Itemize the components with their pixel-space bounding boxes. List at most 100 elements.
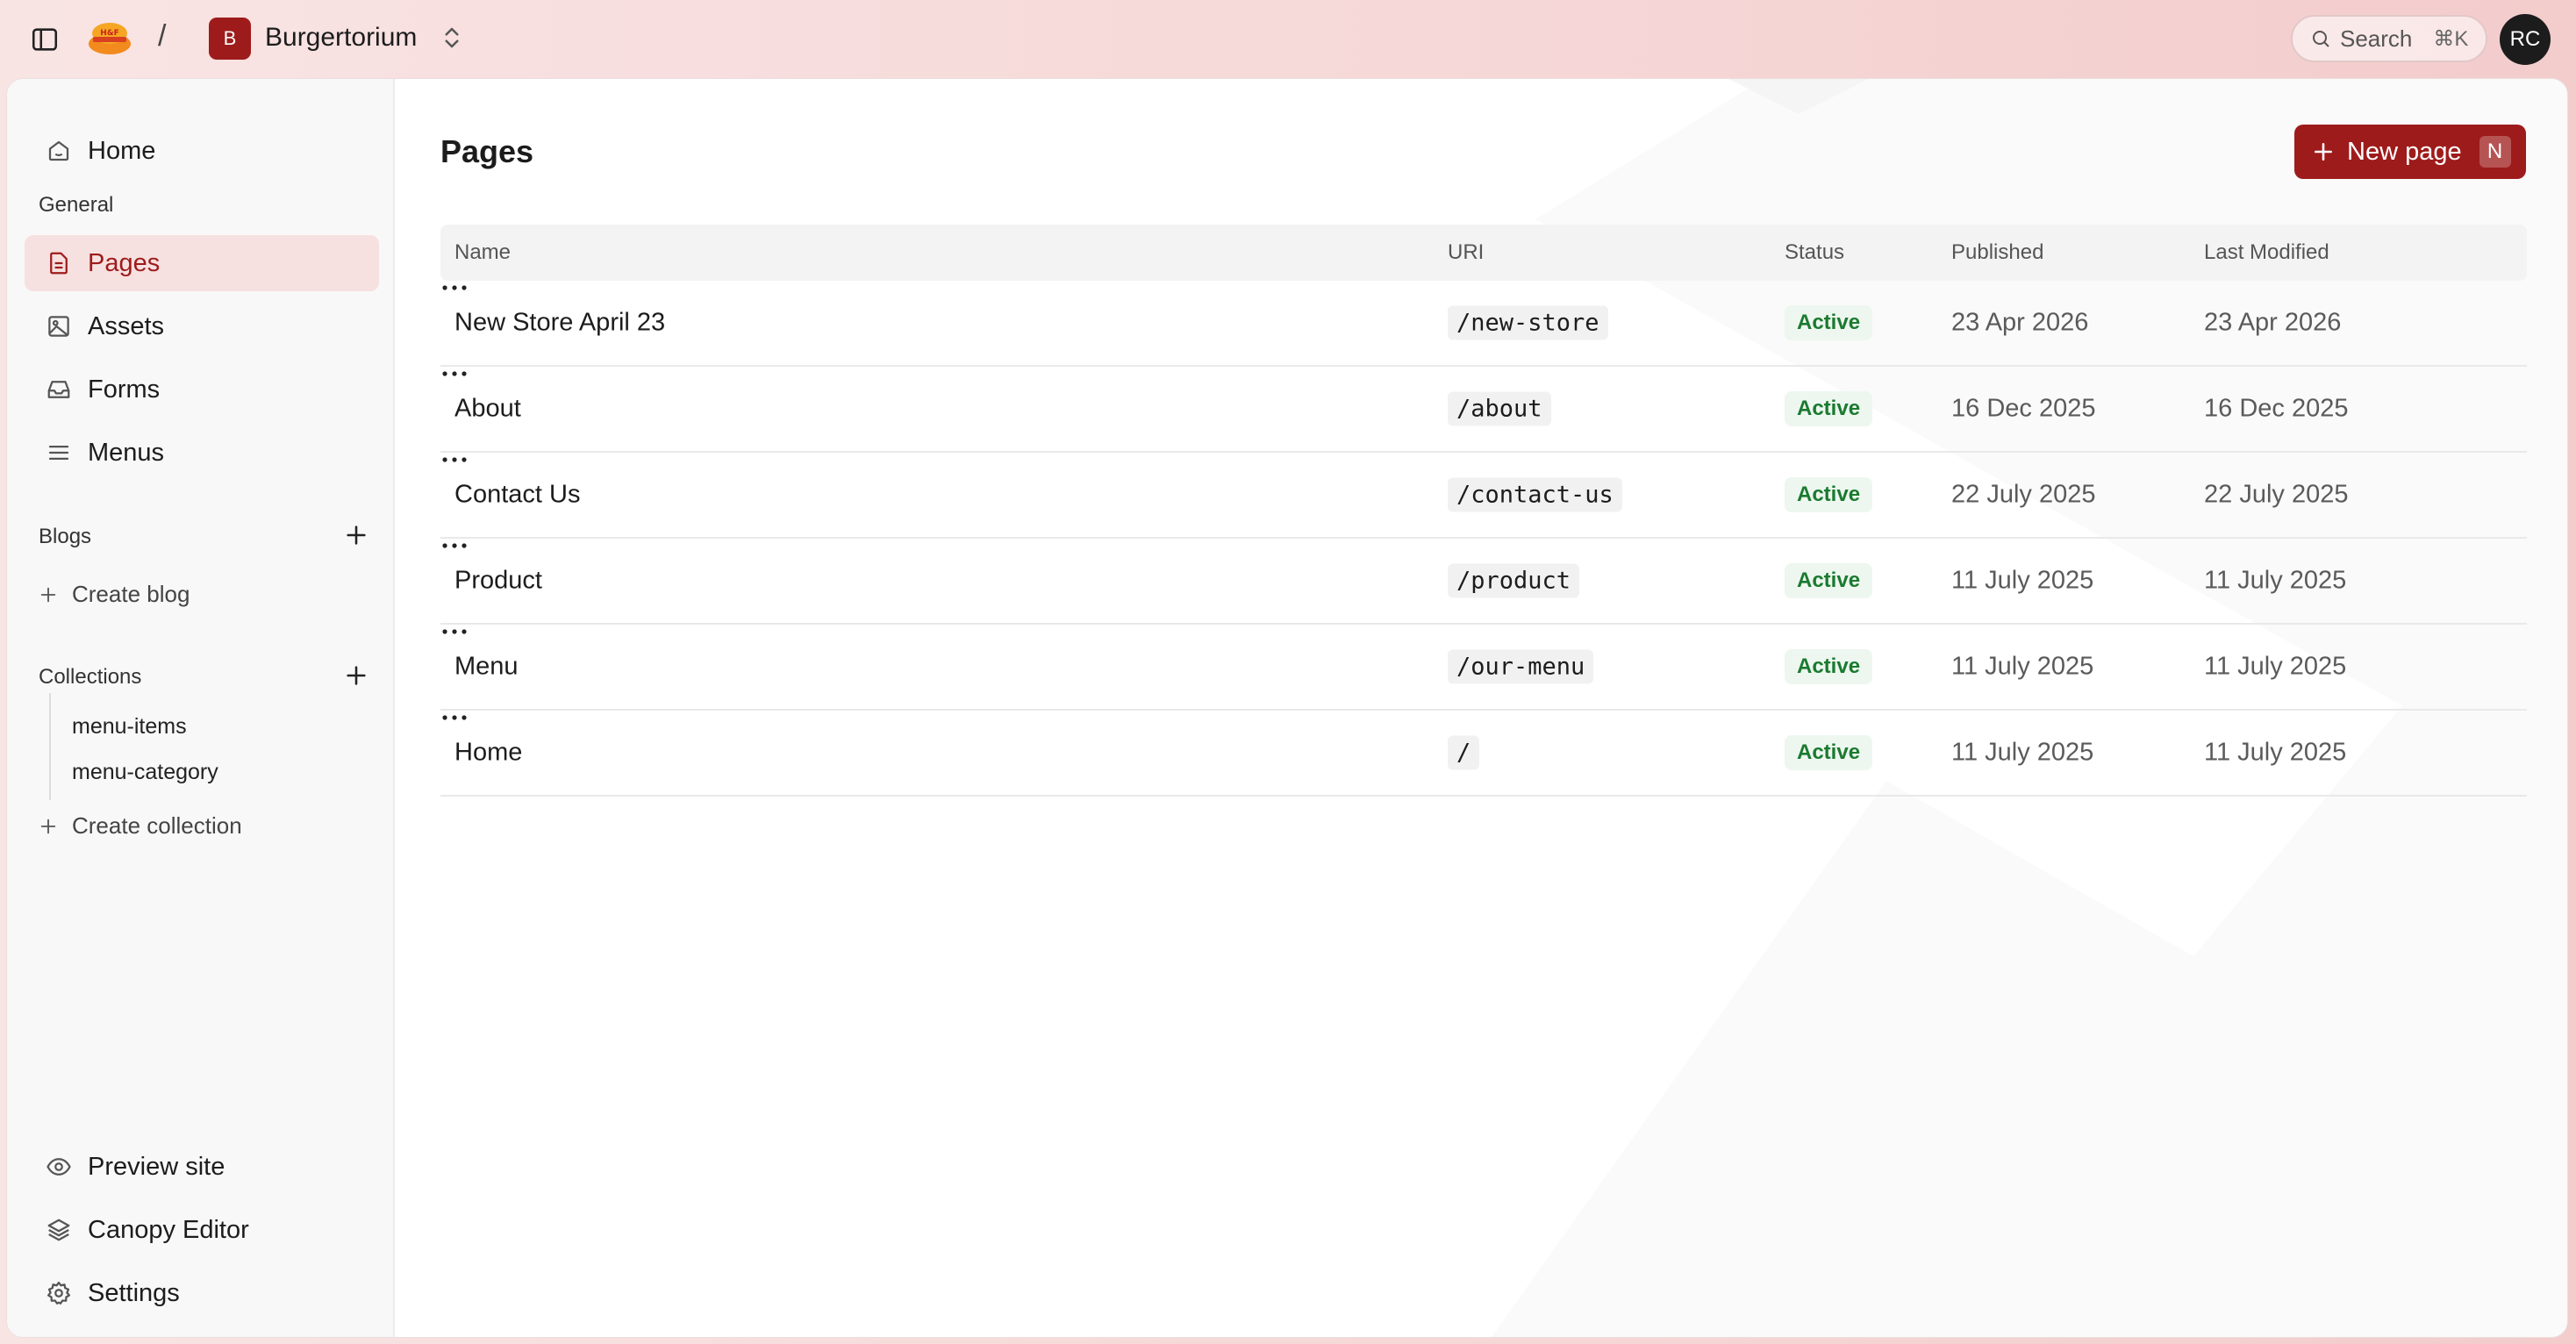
search-label: Search: [2340, 25, 2413, 52]
status-badge: Active: [1785, 305, 1873, 340]
page-title: Pages: [440, 133, 534, 169]
page-name[interactable]: About: [454, 395, 521, 424]
more-options-icon[interactable]: [440, 541, 469, 550]
page-uri: /product: [1448, 563, 1580, 598]
sidebar-item-canopy-editor[interactable]: Canopy Editor: [25, 1202, 379, 1258]
sidebar-item-home[interactable]: Home: [25, 123, 379, 179]
new-page-button[interactable]: New page N: [2294, 125, 2526, 179]
collection-item-menu-items[interactable]: menu-items: [72, 714, 187, 740]
modified-date: 16 Dec 2025: [2204, 394, 2349, 423]
column-header-name[interactable]: Name: [454, 240, 511, 265]
page-name[interactable]: Menu: [454, 653, 519, 682]
search-icon: [2313, 31, 2329, 47]
published-date: 11 July 2025: [1951, 652, 2094, 681]
modified-date: 11 July 2025: [2204, 738, 2347, 767]
more-options-icon[interactable]: [440, 455, 469, 464]
section-heading-collections: Collections: [39, 665, 142, 689]
table-row[interactable]: Product /product Active 11 July 2025 11 …: [440, 539, 2527, 625]
page-uri: /new-store: [1448, 305, 1608, 340]
breadcrumb-separator: /: [158, 19, 167, 53]
column-header-published[interactable]: Published: [1951, 240, 2043, 265]
modified-date: 23 Apr 2026: [2204, 308, 2342, 337]
content-area: Pages New page N Name URI Status Publish…: [395, 79, 2567, 1337]
more-options-icon[interactable]: [440, 713, 469, 722]
create-blog-link[interactable]: Create blog: [39, 581, 190, 608]
plus-icon: [2315, 143, 2332, 161]
sidebar-item-settings[interactable]: Settings: [25, 1265, 379, 1321]
published-date: 11 July 2025: [1951, 738, 2094, 767]
create-blog-label: Create blog: [72, 581, 190, 607]
sidebar-item-label: Assets: [88, 311, 165, 340]
published-date: 22 July 2025: [1951, 480, 2096, 509]
sidebar-item-assets[interactable]: Assets: [25, 298, 379, 354]
table-header: Name URI Status Published Last Modified: [440, 225, 2527, 281]
inbox-icon: [47, 381, 70, 398]
brand-logo-icon[interactable]: H&F: [86, 18, 133, 60]
page-uri: /contact-us: [1448, 477, 1622, 512]
published-date: 16 Dec 2025: [1951, 394, 2096, 423]
table-row[interactable]: New Store April 23 /new-store Active 23 …: [440, 281, 2527, 367]
gear-icon: [47, 1282, 70, 1305]
add-blog-plus-icon[interactable]: [344, 523, 369, 547]
sidebar-item-menus[interactable]: Menus: [25, 425, 379, 481]
create-collection-label: Create collection: [72, 812, 242, 839]
status-badge: Active: [1785, 477, 1873, 512]
new-page-shortcut: N: [2479, 136, 2511, 168]
status-badge: Active: [1785, 563, 1873, 598]
column-header-uri[interactable]: URI: [1448, 240, 1484, 265]
modified-date: 11 July 2025: [2204, 652, 2347, 681]
main-panel: Home General Pages Assets Forms Menus Bl…: [7, 79, 2567, 1337]
sidebar-item-label: Pages: [88, 248, 161, 277]
more-options-icon[interactable]: [440, 369, 469, 378]
workspace-name[interactable]: Burgertorium: [265, 23, 417, 53]
section-heading-general: General: [39, 193, 114, 217]
sidebar-item-label: Menus: [88, 438, 165, 467]
workspace-avatar[interactable]: B: [209, 18, 251, 60]
home-icon: [48, 140, 69, 161]
published-date: 23 Apr 2026: [1951, 308, 2089, 337]
collection-item-menu-category[interactable]: menu-category: [72, 760, 218, 785]
status-badge: Active: [1785, 649, 1873, 684]
table-row[interactable]: Home / Active 11 July 2025 11 July 2025: [440, 711, 2527, 797]
sidebar-item-pages[interactable]: Pages: [25, 235, 379, 291]
collection-tree-line: [49, 693, 51, 800]
chevron-up-down-icon[interactable]: [439, 23, 465, 53]
sidebar-item-label: Forms: [88, 375, 161, 404]
sidebar-item-label: Preview site: [88, 1152, 225, 1181]
column-header-status[interactable]: Status: [1785, 240, 1844, 265]
table-row[interactable]: Contact Us /contact-us Active 22 July 20…: [440, 453, 2527, 539]
layers-icon: [47, 1219, 70, 1241]
new-page-label: New page: [2347, 137, 2462, 166]
search-shortcut: ⌘K: [2433, 26, 2469, 51]
page-name[interactable]: New Store April 23: [454, 309, 665, 338]
more-options-icon[interactable]: [440, 627, 469, 636]
image-icon: [48, 316, 69, 337]
sidebar-item-forms[interactable]: Forms: [25, 361, 379, 418]
more-options-icon[interactable]: [440, 283, 469, 292]
page-name[interactable]: Home: [454, 739, 522, 768]
status-badge: Active: [1785, 391, 1873, 426]
sidebar-item-preview-site[interactable]: Preview site: [25, 1139, 379, 1195]
sidebar-item-label: Settings: [88, 1278, 180, 1307]
page-name[interactable]: Product: [454, 567, 542, 596]
page-uri: /about: [1448, 391, 1551, 426]
published-date: 11 July 2025: [1951, 566, 2094, 595]
user-avatar[interactable]: RC: [2500, 14, 2551, 65]
page-name[interactable]: Contact Us: [454, 481, 580, 510]
eye-icon: [47, 1158, 71, 1176]
table-row[interactable]: About /about Active 16 Dec 2025 16 Dec 2…: [440, 367, 2527, 453]
create-collection-link[interactable]: Create collection: [39, 812, 242, 840]
sidebar-item-label: Canopy Editor: [88, 1215, 249, 1244]
column-header-last-modified[interactable]: Last Modified: [2204, 240, 2329, 265]
plus-icon: [40, 587, 56, 602]
page-uri: /our-menu: [1448, 649, 1594, 684]
sidebar-item-label: Home: [88, 136, 156, 165]
sidebar: Home General Pages Assets Forms Menus Bl…: [7, 79, 395, 1337]
add-collection-plus-icon[interactable]: [344, 663, 369, 688]
sidebar-toggle-icon[interactable]: [30, 25, 60, 54]
table-row[interactable]: Menu /our-menu Active 11 July 2025 11 Ju…: [440, 625, 2527, 711]
plus-icon: [40, 819, 56, 833]
svg-text:H&F: H&F: [100, 29, 119, 38]
search-button[interactable]: Search ⌘K: [2291, 15, 2487, 62]
modified-date: 22 July 2025: [2204, 480, 2349, 509]
